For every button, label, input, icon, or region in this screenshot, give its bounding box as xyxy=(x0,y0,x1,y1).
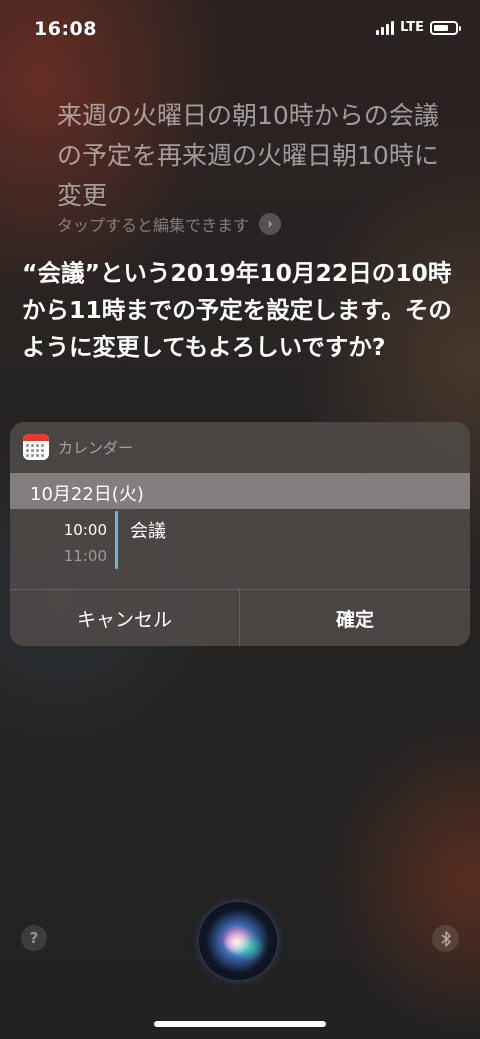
signal-icon xyxy=(376,20,395,35)
siri-query-text[interactable]: 来週の火曜日の朝10時からの会議の予定を再来週の火曜日朝10時に変更 xyxy=(57,96,457,216)
calendar-card: カレンダー 10月22日(火) 10:00 11:00 会議 キャンセル 確定 xyxy=(10,422,470,646)
chevron-right-icon[interactable]: › xyxy=(259,213,282,235)
event-title: 会議 xyxy=(130,521,166,542)
event-color-bar xyxy=(115,511,118,569)
battery-icon xyxy=(430,20,461,35)
tap-to-edit-label: タップすると編集できます xyxy=(57,216,250,235)
network-label: LTE xyxy=(400,20,424,35)
event-start-time: 10:00 xyxy=(63,521,107,539)
date-bar: 10月22日(火) xyxy=(10,473,470,509)
status-bar: 16:08 LTE xyxy=(0,0,480,58)
card-app-name: カレンダー xyxy=(58,439,134,457)
help-icon[interactable]: ? xyxy=(21,925,47,951)
bluetooth-icon[interactable] xyxy=(432,925,459,952)
siri-orb-icon[interactable] xyxy=(199,902,277,980)
tap-to-edit[interactable]: タップすると編集できます › xyxy=(57,212,282,236)
event-end-time: 11:00 xyxy=(63,547,107,565)
status-indicators: LTE xyxy=(376,20,461,35)
siri-response-text: “会議”という2019年10月22日の10時から11時までの予定を設定します。そ… xyxy=(22,259,452,361)
calendar-app-icon xyxy=(23,434,49,460)
cancel-button[interactable]: キャンセル xyxy=(10,590,239,646)
confirm-button[interactable]: 確定 xyxy=(240,590,470,646)
status-time: 16:08 xyxy=(34,18,97,40)
home-indicator[interactable] xyxy=(154,1021,326,1027)
event-date: 10月22日(火) xyxy=(30,484,144,505)
calendar-event[interactable]: 10:00 11:00 会議 xyxy=(10,509,470,589)
card-header: カレンダー xyxy=(10,422,470,472)
